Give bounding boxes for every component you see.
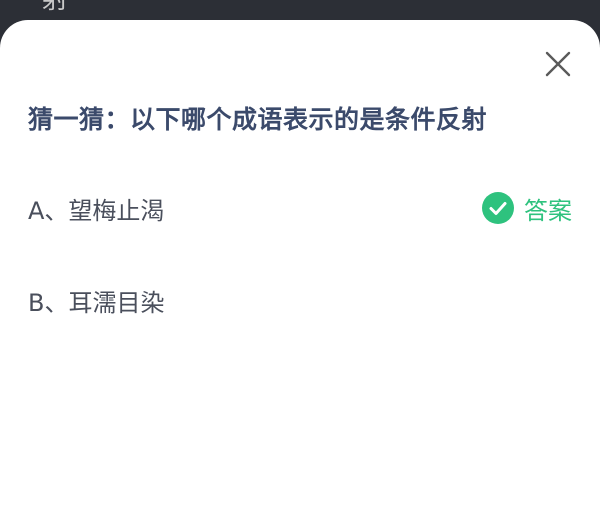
check-circle-icon <box>482 192 514 224</box>
close-button[interactable] <box>544 50 572 78</box>
option-b-label: B、耳濡目染 <box>28 288 165 317</box>
option-a[interactable]: A、望梅止渴 答案 <box>28 186 572 230</box>
option-b[interactable]: B、耳濡目染 <box>28 278 572 322</box>
quiz-dialog: 猜一猜：以下哪个成语表示的是条件反射 A、望梅止渴 答案 B、耳濡目染 <box>0 20 600 526</box>
answer-label: 答案 <box>524 196 572 225</box>
option-a-label: A、望梅止渴 <box>28 196 165 225</box>
background-page-text: 射 <box>42 0 69 15</box>
answer-badge: 答案 <box>482 191 572 226</box>
question-title: 猜一猜：以下哪个成语表示的是条件反射 <box>28 105 488 134</box>
close-icon <box>545 51 571 77</box>
